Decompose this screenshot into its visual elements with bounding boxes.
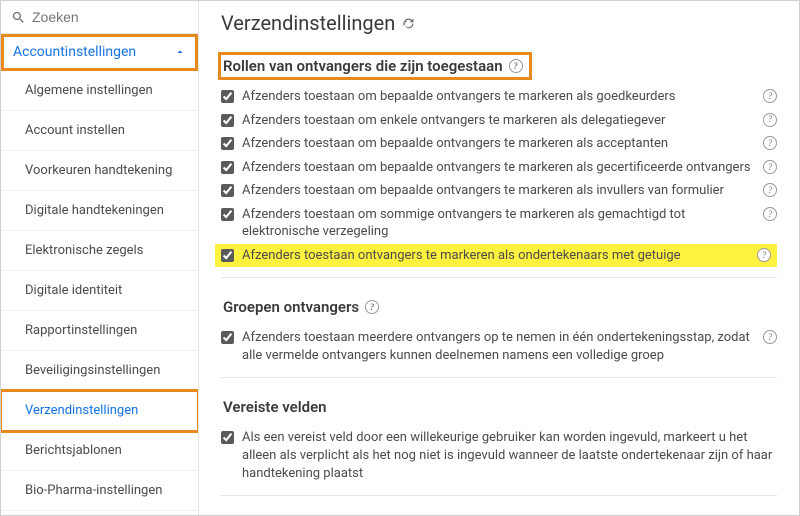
page-title: Verzendinstellingen — [221, 11, 777, 35]
checkbox[interactable] — [221, 208, 234, 221]
opt-role-gecertificeerde: Afzenders toestaan om bepaalde ontvanger… — [221, 156, 777, 180]
opt-required-field: Als een vereist veld door een willekeuri… — [221, 426, 777, 485]
section-head-attach: Documenten bijvoegen — [221, 514, 383, 515]
divider — [221, 377, 777, 378]
opt-role-getuige: Afzenders toestaan ontvangers te markere… — [215, 244, 777, 268]
search-icon — [11, 10, 26, 25]
info-icon[interactable]: ? — [757, 248, 771, 262]
nav-item-digitale-handtekeningen[interactable]: Digitale handtekeningen — [1, 191, 198, 231]
checkbox[interactable] — [221, 137, 234, 150]
checkbox[interactable] — [221, 249, 234, 262]
option-label: Afzenders toestaan om bepaalde ontvanger… — [242, 88, 755, 106]
checkbox[interactable] — [221, 331, 234, 344]
opt-role-goedkeurders: Afzenders toestaan om bepaalde ontvanger… — [221, 85, 777, 109]
search-row — [1, 1, 198, 34]
nav-parent-label: Accountinstellingen — [13, 44, 136, 60]
page-title-text: Verzendinstellingen — [221, 11, 395, 35]
nav-item-label: Elektronische zegels — [25, 243, 143, 258]
checkbox[interactable] — [221, 90, 234, 103]
nav-item-label: Berichtsjablonen — [25, 443, 122, 458]
nav-item-label: Digitale identiteit — [25, 283, 122, 298]
nav-accountinstellingen[interactable]: Accountinstellingen — [1, 34, 198, 71]
section-head-roles: Rollen van ontvangers die zijn toegestaa… — [221, 55, 529, 77]
info-icon[interactable]: ? — [763, 136, 777, 150]
option-label: Afzenders toestaan meerdere ontvangers o… — [242, 329, 755, 364]
divider — [221, 277, 777, 278]
nav-item-label: Beveiligingsinstellingen — [25, 363, 160, 378]
option-label: Afzenders toestaan ontvangers te markere… — [242, 247, 749, 265]
option-label: Afzenders toestaan om bepaalde ontvanger… — [242, 159, 755, 177]
info-icon[interactable]: ? — [365, 300, 379, 314]
nav-item-account-instellen[interactable]: Account instellen — [1, 111, 198, 151]
nav-item-label: Account instellen — [25, 123, 125, 138]
info-icon[interactable]: ? — [509, 59, 523, 73]
nav-item-label: Digitale handtekeningen — [25, 203, 164, 218]
opt-role-delegatiegever: Afzenders toestaan om enkele ontvangers … — [221, 109, 777, 133]
roles-options: Afzenders toestaan om bepaalde ontvanger… — [221, 85, 777, 267]
checkbox[interactable] — [221, 114, 234, 127]
nav-item-label: Verzendinstellingen — [25, 403, 138, 418]
nav-item-elektronische-zegels[interactable]: Elektronische zegels — [1, 231, 198, 271]
opt-role-invullers: Afzenders toestaan om bepaalde ontvanger… — [221, 179, 777, 203]
nav-item-label: Rapportinstellingen — [25, 323, 137, 338]
nav-list: Algemene instellingen Account instellen … — [1, 71, 198, 515]
section-title: Rollen van ontvangers die zijn toegestaa… — [223, 57, 503, 75]
opt-role-verzegeling: Afzenders toestaan om sommige ontvangers… — [221, 203, 777, 244]
info-icon[interactable]: ? — [763, 89, 777, 103]
option-label: Afzenders toestaan om bepaalde ontvanger… — [242, 135, 755, 153]
info-icon[interactable]: ? — [763, 207, 777, 221]
divider — [221, 495, 777, 496]
option-label: Afzenders toestaan om bepaalde ontvanger… — [242, 182, 755, 200]
search-input[interactable] — [32, 9, 188, 25]
nav-item-label: Voorkeuren handtekening — [25, 163, 172, 178]
main-content: Verzendinstellingen Rollen van ontvanger… — [199, 1, 799, 515]
nav-item-voorkeuren-handtekening[interactable]: Voorkeuren handtekening — [1, 151, 198, 191]
nav-item-algemene-instellingen[interactable]: Algemene instellingen — [1, 71, 198, 111]
checkbox[interactable] — [221, 431, 234, 444]
nav-item-digitale-identiteit[interactable]: Digitale identiteit — [1, 271, 198, 311]
required-options: Als een vereist veld door een willekeuri… — [221, 426, 777, 485]
checkbox[interactable] — [221, 161, 234, 174]
nav-item-label: Algemene instellingen — [25, 83, 153, 98]
nav-item-beveiligingsinstellingen[interactable]: Beveiligingsinstellingen — [1, 351, 198, 391]
info-icon[interactable]: ? — [763, 183, 777, 197]
info-icon[interactable]: ? — [763, 160, 777, 174]
checkbox[interactable] — [221, 184, 234, 197]
nav-item-workflow-integratie[interactable]: Workflow-integratie — [1, 511, 198, 515]
groups-options: Afzenders toestaan meerdere ontvangers o… — [221, 326, 777, 367]
option-label: Afzenders toestaan om enkele ontvangers … — [242, 112, 755, 130]
info-icon[interactable]: ? — [763, 113, 777, 127]
sidebar: Accountinstellingen Algemene instellinge… — [1, 1, 199, 515]
section-title: Groepen ontvangers — [223, 298, 359, 316]
option-label: Als een vereist veld door een willekeuri… — [242, 429, 777, 482]
opt-role-acceptanten: Afzenders toestaan om bepaalde ontvanger… — [221, 132, 777, 156]
nav-item-verzendinstellingen[interactable]: Verzendinstellingen — [1, 391, 198, 431]
nav-item-rapportinstellingen[interactable]: Rapportinstellingen — [1, 311, 198, 351]
refresh-icon[interactable] — [401, 16, 416, 31]
nav-item-label: Bio-Pharma-instellingen — [25, 483, 162, 498]
section-head-required: Vereiste velden — [221, 396, 333, 418]
info-icon[interactable]: ? — [763, 330, 777, 344]
section-title: Vereiste velden — [223, 398, 327, 416]
section-head-groups: Groepen ontvangers ? — [221, 296, 385, 318]
option-label: Afzenders toestaan om sommige ontvangers… — [242, 206, 755, 241]
nav-item-berichtsjablonen[interactable]: Berichtsjablonen — [1, 431, 198, 471]
opt-group-multiple: Afzenders toestaan meerdere ontvangers o… — [221, 326, 777, 367]
nav-item-bio-pharma-instellingen[interactable]: Bio-Pharma-instellingen — [1, 471, 198, 511]
app-window: Accountinstellingen Algemene instellinge… — [0, 0, 800, 516]
chevron-up-icon — [174, 46, 186, 58]
